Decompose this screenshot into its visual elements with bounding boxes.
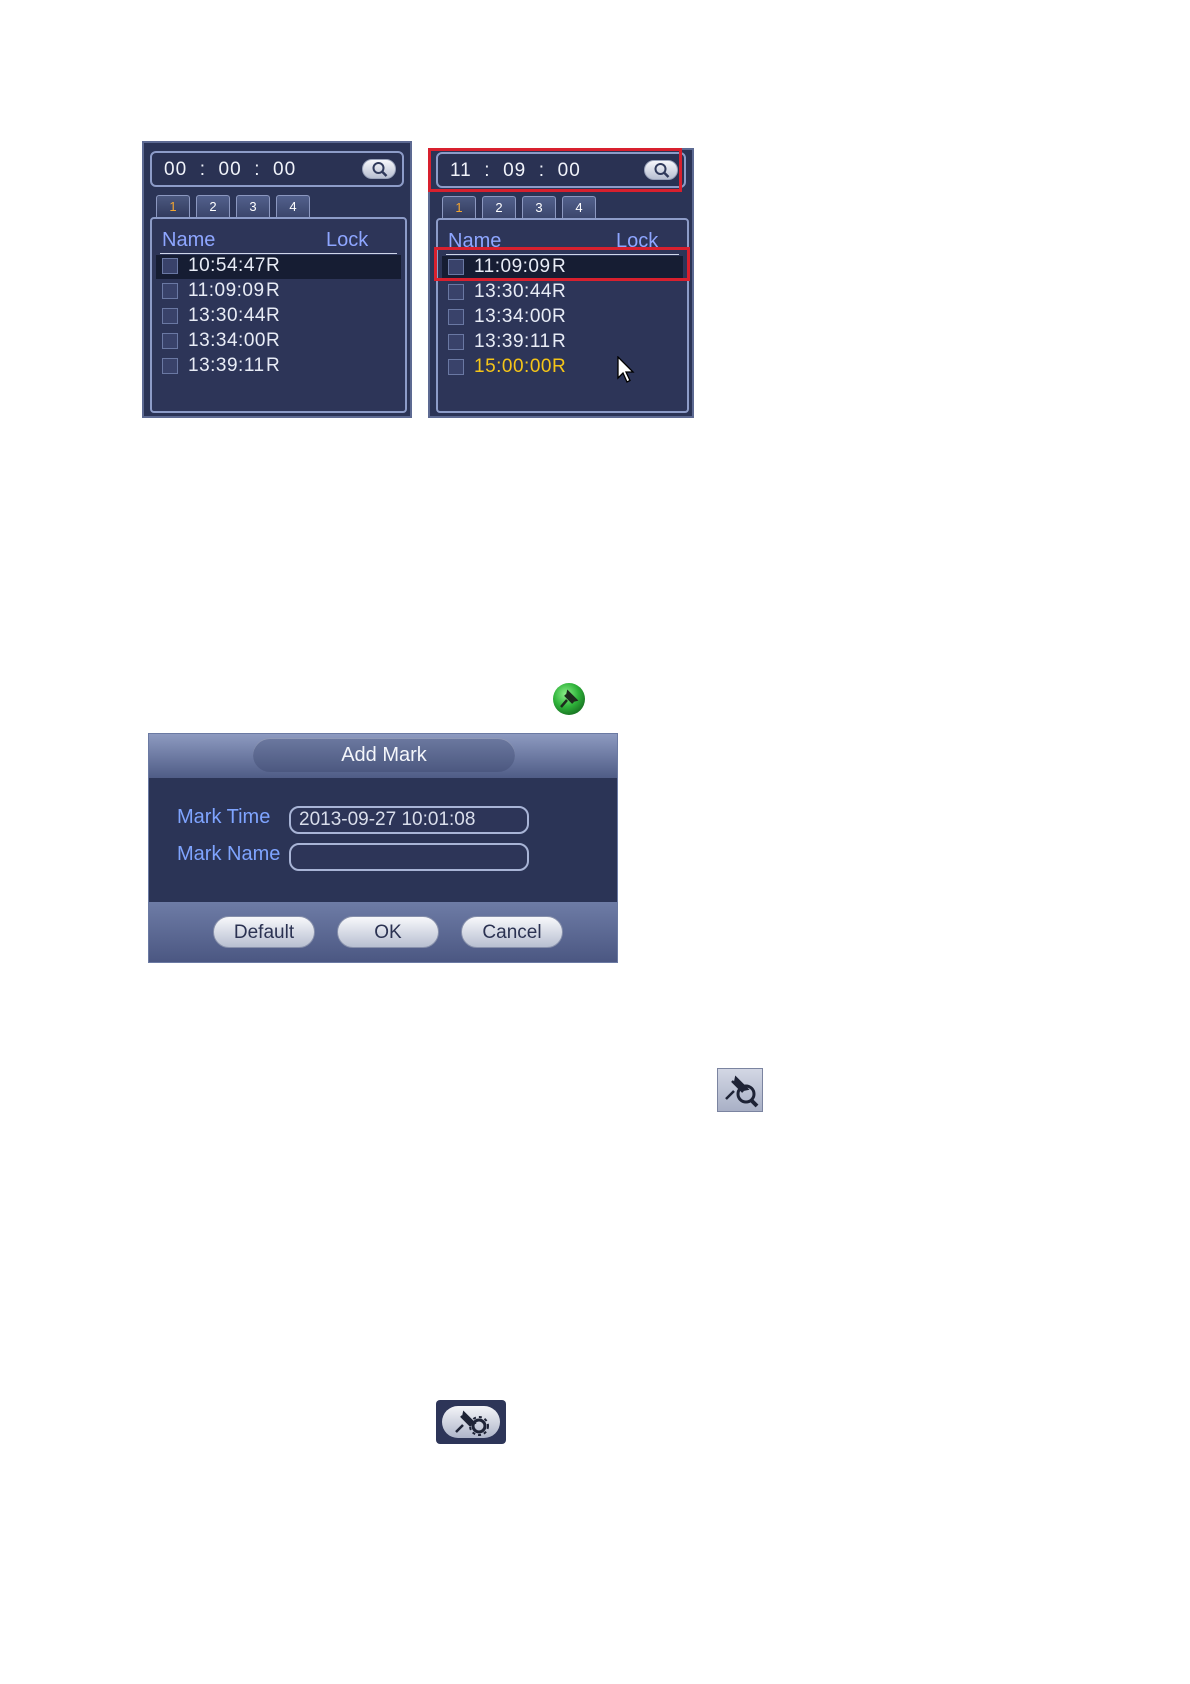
mark-name-field[interactable] <box>289 843 529 871</box>
time-value: 00 : 00 : 00 <box>164 159 297 180</box>
ok-button[interactable]: OK <box>337 916 439 948</box>
file-list-panel-left: 00 : 00 : 00 1 2 3 4 Name Lock 10:54:47 … <box>142 141 412 418</box>
row-checkbox[interactable] <box>162 333 178 349</box>
search-mark-icon <box>717 1068 763 1112</box>
record-time: 15:00:00 <box>474 356 552 377</box>
list-item[interactable]: 13:30:44 R <box>442 281 683 305</box>
annotation-row-highlight <box>434 247 690 281</box>
row-checkbox[interactable] <box>448 284 464 300</box>
annotation-time-highlight <box>428 148 682 192</box>
list-item[interactable]: 13:39:11 R <box>442 331 683 355</box>
list-item[interactable]: 11:09:09 R <box>156 280 401 304</box>
mark-time-label: Mark Time <box>177 806 271 828</box>
search-icon <box>372 162 388 177</box>
record-lock-flag: R <box>266 280 280 301</box>
mark-manager-icon <box>436 1400 506 1444</box>
record-time: 13:34:00 <box>188 330 266 351</box>
cancel-button[interactable]: Cancel <box>461 916 563 948</box>
record-lock-flag: R <box>266 355 280 376</box>
dialog-footer: Default OK Cancel <box>149 902 617 962</box>
row-checkbox[interactable] <box>448 309 464 325</box>
tab-channel-4[interactable]: 4 <box>276 195 310 217</box>
row-checkbox[interactable] <box>162 308 178 324</box>
tab-channel-4[interactable]: 4 <box>562 196 596 218</box>
header-divider <box>160 253 397 254</box>
file-list: Name Lock 10:54:47 R 11:09:09 R 13:30:44… <box>150 217 407 413</box>
record-lock-flag: R <box>552 281 566 302</box>
list-item[interactable]: 13:39:11 R <box>156 355 401 379</box>
tab-channel-1[interactable]: 1 <box>442 196 476 218</box>
column-header-name: Name <box>162 229 216 251</box>
row-checkbox[interactable] <box>162 358 178 374</box>
list-item[interactable]: 15:00:00 R <box>442 356 683 380</box>
row-checkbox[interactable] <box>448 334 464 350</box>
record-lock-flag: R <box>552 356 566 377</box>
record-time: 13:39:11 <box>188 355 265 376</box>
mark-time-field[interactable] <box>289 806 529 834</box>
record-time: 13:30:44 <box>188 305 266 326</box>
record-lock-flag: R <box>266 330 280 351</box>
row-checkbox[interactable] <box>162 258 178 274</box>
list-item[interactable]: 13:30:44 R <box>156 305 401 329</box>
time-input[interactable]: 00 : 00 : 00 <box>150 151 404 187</box>
record-lock-flag: R <box>266 255 280 276</box>
tab-channel-3[interactable]: 3 <box>236 195 270 217</box>
tab-channel-3[interactable]: 3 <box>522 196 556 218</box>
record-time: 10:54:47 <box>188 255 266 276</box>
row-checkbox[interactable] <box>162 283 178 299</box>
record-time: 13:34:00 <box>474 306 552 327</box>
mark-name-label: Mark Name <box>177 843 281 865</box>
file-list-panel-right: 11 : 09 : 00 1 2 3 4 Name Lock 11:09:09 … <box>428 148 694 418</box>
tab-channel-2[interactable]: 2 <box>196 195 230 217</box>
mouse-cursor-icon <box>617 356 635 383</box>
tab-channel-2[interactable]: 2 <box>482 196 516 218</box>
dialog-header: Add Mark <box>149 734 617 778</box>
search-button[interactable] <box>362 159 396 179</box>
tab-channel-1[interactable]: 1 <box>156 195 190 217</box>
record-time: 13:39:11 <box>474 331 551 352</box>
record-time: 11:09:09 <box>188 280 265 301</box>
record-lock-flag: R <box>552 331 566 352</box>
column-header-lock: Lock <box>326 229 369 251</box>
add-mark-dialog: Add Mark Mark Time Mark Name Default OK … <box>148 733 618 963</box>
list-item[interactable]: 13:34:00 R <box>156 330 401 354</box>
record-lock-flag: R <box>266 305 280 326</box>
list-item[interactable]: 13:34:00 R <box>442 306 683 330</box>
row-checkbox[interactable] <box>448 359 464 375</box>
record-lock-flag: R <box>552 306 566 327</box>
dialog-title: Add Mark <box>253 738 515 772</box>
add-mark-pin-icon <box>553 683 585 715</box>
default-button[interactable]: Default <box>213 916 315 948</box>
list-item[interactable]: 10:54:47 R <box>156 255 401 279</box>
record-time: 13:30:44 <box>474 281 552 302</box>
